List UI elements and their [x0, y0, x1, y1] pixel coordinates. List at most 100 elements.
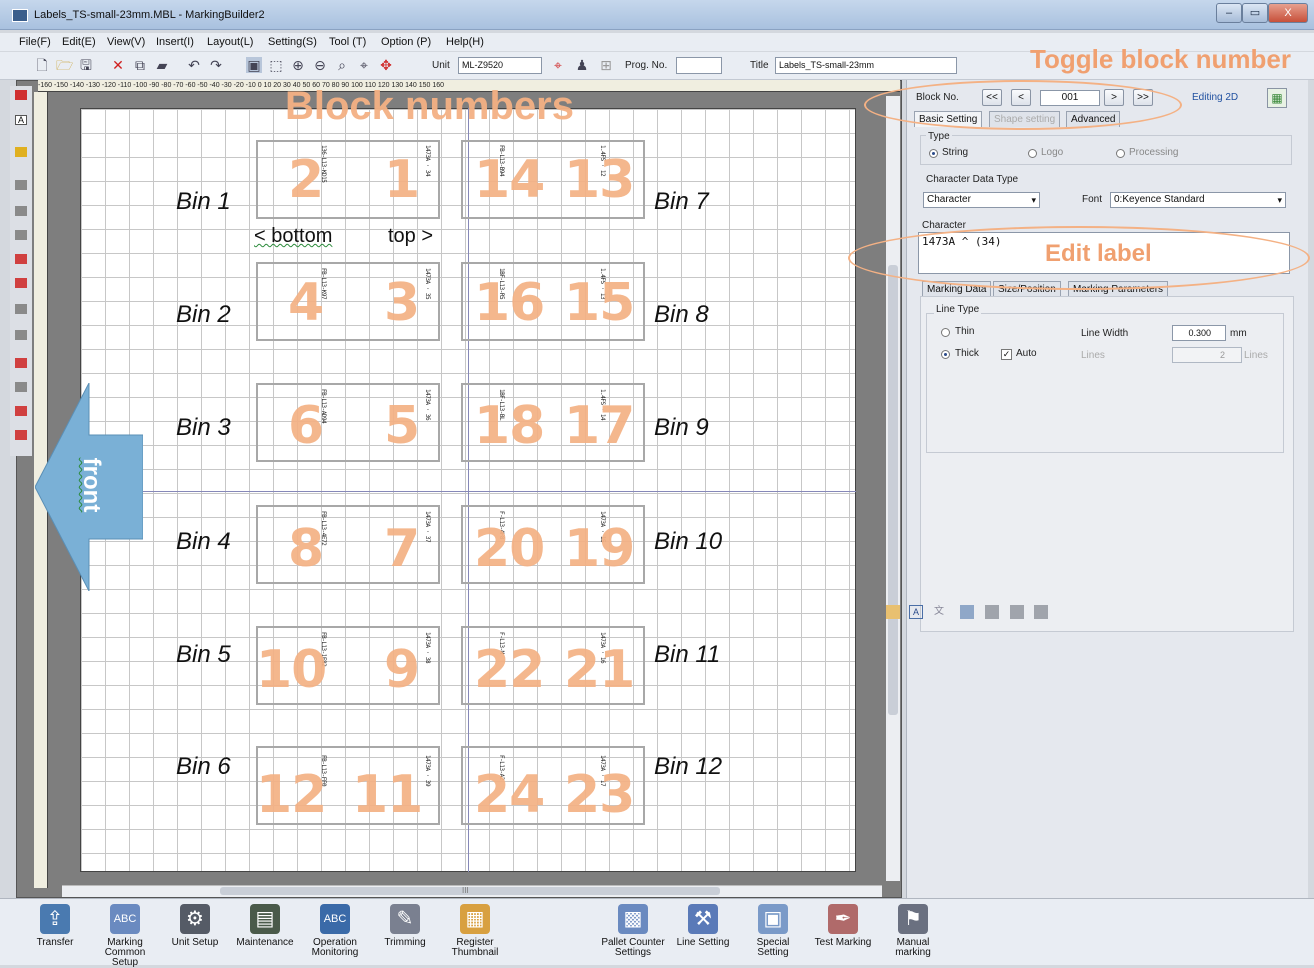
- menu-setting[interactable]: Setting(S): [268, 36, 317, 48]
- test-marking-button[interactable]: ✒ Test Marking: [810, 902, 876, 962]
- copy-icon[interactable]: ⧉: [132, 57, 148, 73]
- editing-mode-icon[interactable]: ▦: [1267, 88, 1287, 108]
- counter-icon[interactable]: [1010, 605, 1024, 619]
- title-field[interactable]: Labels_TS-small-23mm: [775, 57, 957, 74]
- char-data-type-select[interactable]: Character: [923, 192, 1040, 208]
- line-setting-button[interactable]: ⚒ Line Setting: [670, 902, 736, 962]
- auto-checkbox[interactable]: ✓: [1001, 349, 1012, 360]
- unit-select[interactable]: ML-Z9520: [458, 57, 542, 74]
- operation-monitoring-button[interactable]: ABC Operation Monitoring: [302, 902, 368, 962]
- variable-icon[interactable]: [960, 605, 974, 619]
- front-label: front: [78, 457, 105, 513]
- prog-no-field[interactable]: [676, 57, 722, 74]
- close-button[interactable]: X: [1268, 3, 1308, 23]
- maintenance-button[interactable]: ▤ Maintenance: [232, 902, 298, 962]
- save-icon[interactable]: 🖫: [78, 57, 94, 73]
- label-text[interactable]: 1473A · 34: [423, 145, 432, 209]
- register-thumbnail-label: Register Thumbnail: [451, 937, 499, 958]
- format-icon[interactable]: [886, 605, 900, 619]
- move-icon[interactable]: ✥: [378, 57, 394, 73]
- menu-view[interactable]: View(V): [107, 36, 145, 48]
- horizontal-scroll-thumb[interactable]: [220, 887, 720, 895]
- register-thumbnail-button[interactable]: ▦ Register Thumbnail: [442, 902, 508, 962]
- maximize-button[interactable]: ▭: [1242, 3, 1268, 23]
- manual-marking-button[interactable]: ⚑ Manual marking: [880, 902, 946, 962]
- label-text[interactable]: 1473A · 38: [423, 632, 432, 696]
- block-number: 21: [564, 640, 635, 700]
- thin-radio[interactable]: [941, 328, 950, 337]
- image-tool-icon[interactable]: [15, 278, 27, 288]
- group-tool-icon[interactable]: [15, 406, 27, 416]
- bin-label: Bin 6: [176, 753, 231, 780]
- barcode-tool-icon[interactable]: [15, 206, 27, 216]
- text-tool-icon[interactable]: A: [15, 115, 27, 125]
- date-icon[interactable]: [985, 605, 999, 619]
- pallet-counter-settings-button[interactable]: ▩ Pallet Counter Settings: [600, 902, 666, 962]
- block-number: 22: [474, 640, 545, 700]
- undo-icon[interactable]: ↶: [186, 57, 202, 73]
- line-width-field[interactable]: 0.300: [1172, 325, 1226, 341]
- crosshair-icon[interactable]: ⊞: [598, 57, 614, 73]
- person-icon[interactable]: ♟: [574, 57, 590, 73]
- bin-label: Bin 5: [176, 641, 231, 668]
- menu-edit[interactable]: Edit(E): [62, 36, 96, 48]
- zoom-out-icon[interactable]: ⊖: [312, 57, 328, 73]
- redo-icon[interactable]: ↷: [208, 57, 224, 73]
- menu-help[interactable]: Help(H): [446, 36, 484, 48]
- align-tool-icon[interactable]: [15, 382, 27, 392]
- menu-file[interactable]: File(F): [19, 36, 51, 48]
- unit-setup-button[interactable]: ⚙ Unit Setup: [162, 902, 228, 962]
- logo-tool-icon[interactable]: [15, 254, 27, 264]
- arc-tool-icon[interactable]: [15, 304, 27, 314]
- test-marking-label: Test Marking: [814, 937, 872, 948]
- vertical-scroll-thumb[interactable]: [888, 265, 898, 715]
- menu-layout[interactable]: Layout(L): [207, 36, 253, 48]
- special-setting-label: Special Setting: [756, 937, 790, 958]
- open-folder-icon[interactable]: 🗁: [56, 57, 73, 73]
- bin-label: Bin 4: [176, 528, 231, 555]
- paste-icon[interactable]: ▰: [154, 57, 170, 73]
- pointer-tool-icon[interactable]: [15, 90, 27, 100]
- zoom-in-icon[interactable]: ⊕: [290, 57, 306, 73]
- shape-tool-icon[interactable]: [15, 180, 27, 190]
- label-text[interactable]: 1473A · 39: [423, 755, 432, 819]
- thick-radio[interactable]: [941, 350, 950, 359]
- menu-insert[interactable]: Insert(I): [156, 36, 194, 48]
- select-tool-icon[interactable]: ▣: [246, 57, 262, 73]
- minimize-button[interactable]: –: [1216, 3, 1242, 23]
- pen-tool-icon[interactable]: [15, 147, 27, 157]
- new-file-icon[interactable]: 🗋: [34, 57, 50, 73]
- text-frame-icon[interactable]: A: [909, 605, 923, 619]
- lines-field[interactable]: 2: [1172, 347, 1242, 363]
- menu-tool[interactable]: Tool (T): [329, 36, 366, 48]
- label-text[interactable]: 1473A · 36: [423, 389, 432, 453]
- delete-icon[interactable]: ✕: [110, 57, 126, 73]
- zoom-fit-icon[interactable]: ⌖: [356, 57, 372, 73]
- test-marking-icon: ✒: [828, 904, 858, 934]
- line-tool-icon[interactable]: [15, 230, 27, 240]
- character-label: Character: [922, 220, 966, 231]
- transfer-button[interactable]: ⇪ Transfer: [22, 902, 88, 962]
- matrix-tool-icon[interactable]: [15, 430, 27, 440]
- rank-icon[interactable]: [1034, 605, 1048, 619]
- transfer-label: Transfer: [36, 937, 74, 948]
- area-tool-icon[interactable]: ⬚: [268, 57, 284, 73]
- rect-tool-icon[interactable]: [15, 330, 27, 340]
- special-setting-button[interactable]: ▣ Special Setting: [740, 902, 806, 962]
- marking-common-setup-button[interactable]: ABC Marking Common Setup: [92, 902, 158, 968]
- bin-label: Bin 2: [176, 301, 231, 328]
- type-processing-radio[interactable]: [1116, 149, 1125, 158]
- label-text[interactable]: 1473A · 35: [423, 268, 432, 332]
- font-select[interactable]: 0:Keyence Standard: [1110, 192, 1286, 208]
- label-text[interactable]: 1473A · 37: [423, 511, 432, 575]
- zoom-area-icon[interactable]: ⌕: [334, 57, 350, 73]
- block-number: 13: [564, 150, 635, 210]
- special-char-icon[interactable]: 文: [934, 605, 948, 619]
- counter-tool-icon[interactable]: [15, 358, 27, 368]
- type-logo-radio[interactable]: [1028, 149, 1037, 158]
- trimming-button[interactable]: ✎ Trimming: [372, 902, 438, 962]
- type-string-radio[interactable]: [929, 149, 938, 158]
- target-icon[interactable]: ⌖: [550, 57, 566, 73]
- block-numbers-annotation: Block numbers: [285, 84, 574, 128]
- menu-option[interactable]: Option (P): [381, 36, 431, 48]
